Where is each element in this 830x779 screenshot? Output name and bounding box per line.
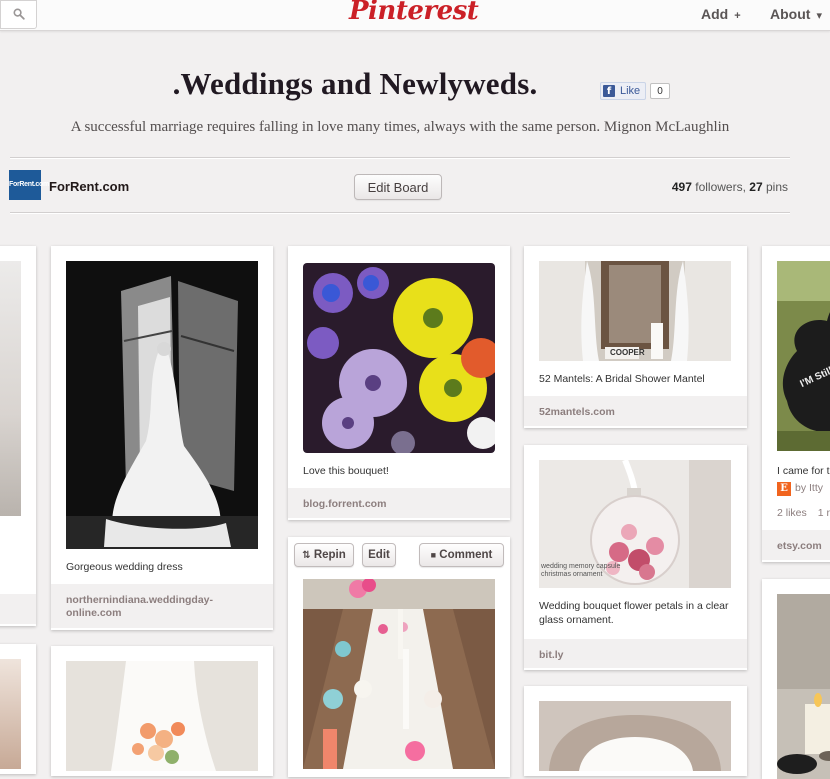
owner-avatar[interactable]: ForRent.com: [9, 170, 49, 200]
about-menu-label: About: [770, 6, 811, 22]
add-menu[interactable]: Add +: [701, 6, 741, 22]
pinterest-logo[interactable]: Pinterest: [349, 0, 479, 28]
pin-card[interactable]: [51, 646, 273, 776]
pin-card[interactable]: COOPER 52 Mantels: A Bridal Shower Mante…: [524, 246, 747, 428]
add-menu-label: Add: [701, 6, 729, 22]
followers-label: followers,: [695, 180, 746, 194]
edit-pin-button[interactable]: Edit: [362, 543, 396, 567]
pin-card[interactable]: [524, 686, 747, 776]
plus-icon: +: [734, 10, 741, 22]
divider: [10, 157, 790, 159]
pin-image-ornament[interactable]: wedding memory capsule christmas ornamen…: [539, 460, 731, 588]
pin-image[interactable]: [0, 659, 21, 769]
pin-caption: Wedding bouquet flower petals in a clear…: [539, 600, 729, 626]
comment-label: Comment: [439, 549, 493, 561]
pin-icon: ⇅: [302, 550, 311, 561]
board-title-text: .Weddings and Newlyweds.: [172, 66, 538, 101]
top-bar: Pinterest Add + About ▾: [0, 0, 830, 31]
pin-attribution-text[interactable]: by Itty: [795, 482, 823, 494]
pins-count: 27: [749, 180, 763, 194]
facebook-icon: f: [603, 85, 615, 97]
pin-source[interactable]: 52mantels.com: [524, 396, 747, 426]
pin-card[interactable]: [0, 246, 36, 626]
divider: [10, 212, 790, 214]
pin-source-bar: [0, 594, 36, 624]
pin-card[interactable]: [0, 644, 36, 774]
pin-caption: 52 Mantels: A Bridal Shower Mantel: [539, 373, 705, 385]
pin-likes: 2 likes 1 r: [777, 507, 830, 519]
pin-attribution: Eby Itty: [777, 482, 823, 496]
pin-caption: Love this bouquet!: [303, 465, 389, 477]
followers-count[interactable]: 497: [672, 180, 692, 194]
comment-icon: ■: [430, 550, 437, 560]
etsy-icon: E: [777, 482, 791, 496]
pin-source[interactable]: etsy.com: [762, 530, 830, 560]
board-stats: 497 followers, 27 pins: [672, 180, 788, 194]
facebook-like-button[interactable]: f Like: [600, 82, 646, 100]
pin-image-bride-bouquet[interactable]: [66, 661, 258, 771]
pin-caption: Gorgeous wedding dress: [66, 561, 183, 573]
repin-button[interactable]: ⇅ Repin: [294, 543, 354, 567]
pin-card[interactable]: wedding memory capsule christmas ornamen…: [524, 445, 747, 670]
pin-image[interactable]: [0, 261, 21, 516]
board-title: .Weddings and Newlyweds.: [0, 66, 800, 102]
pin-image-sign: COOPER: [610, 348, 645, 357]
like-count: 0: [650, 83, 670, 99]
pin-card[interactable]: Gorgeous wedding dress northernindiana.w…: [51, 246, 273, 630]
search-button[interactable]: [0, 0, 37, 29]
pin-image-mantel[interactable]: COOPER: [539, 261, 731, 361]
pin-card[interactable]: [762, 579, 830, 779]
pin-image-table-setting[interactable]: [303, 579, 495, 769]
pin-image-bride-barn[interactable]: [66, 261, 258, 549]
board-description: A successful marriage requires falling i…: [70, 119, 730, 135]
search-icon: [13, 8, 25, 20]
like-label: Like: [620, 85, 641, 97]
likes-count[interactable]: 2 likes: [777, 507, 807, 519]
repin-label: Repin: [313, 549, 346, 561]
comment-button[interactable]: ■ Comment: [419, 543, 504, 567]
pin-card[interactable]: Love this bouquet! blog.forrent.com: [288, 246, 510, 520]
pin-caption: I came for t: [777, 465, 830, 477]
pin-image-chair[interactable]: [539, 701, 731, 771]
pin-image-bouquet[interactable]: [303, 263, 495, 453]
pin-source[interactable]: northernindiana.weddingday-online.com: [51, 584, 273, 628]
about-menu[interactable]: About ▾: [770, 6, 822, 22]
pin-card[interactable]: I'M Still I came for t Eby Itty 2 likes …: [762, 246, 830, 562]
pins-label: pins: [765, 180, 788, 194]
owner-name-link[interactable]: ForRent.com: [49, 179, 129, 194]
edit-board-button[interactable]: Edit Board: [354, 174, 442, 200]
pin-image-chalkboard[interactable]: I'M Still: [777, 261, 830, 451]
pin-image-candles[interactable]: [777, 594, 830, 779]
pin-card[interactable]: ⇅ Repin Edit ■ Comment: [288, 537, 510, 777]
pin-source[interactable]: bit.ly: [524, 639, 747, 668]
pin-source[interactable]: blog.forrent.com: [288, 488, 510, 518]
repins-count[interactable]: 1 r: [818, 507, 830, 519]
pin-image-label: wedding memory capsule christmas ornamen…: [541, 563, 621, 578]
chevron-down-icon: ▾: [816, 10, 822, 22]
